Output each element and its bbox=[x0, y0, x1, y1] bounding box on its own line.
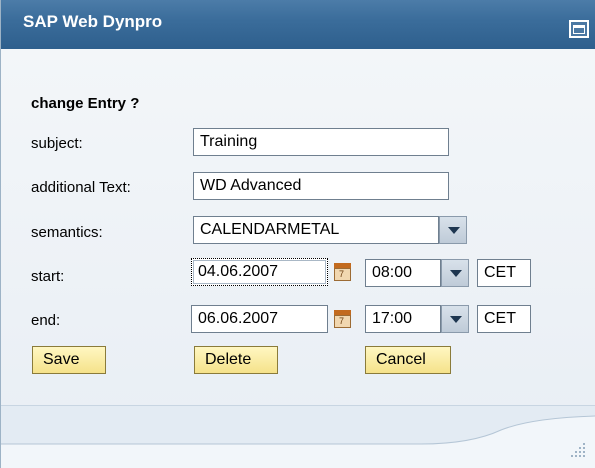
window-title: SAP Web Dynpro bbox=[23, 12, 163, 31]
semantics-dropdown-arrow-icon[interactable] bbox=[439, 216, 467, 244]
end-time-input[interactable]: 17:00 bbox=[365, 305, 441, 333]
subject-input[interactable]: Training bbox=[193, 128, 449, 156]
start-date-input[interactable]: 04.06.2007 bbox=[191, 258, 328, 286]
end-time-dropdown-arrow-icon[interactable] bbox=[441, 305, 469, 333]
end-date-input[interactable]: 06.06.2007 bbox=[191, 305, 328, 333]
save-button[interactable]: Save bbox=[32, 346, 106, 374]
resize-grip-icon[interactable] bbox=[566, 438, 588, 460]
start-timezone-input[interactable]: CET bbox=[477, 259, 531, 287]
cancel-button[interactable]: Cancel bbox=[365, 346, 451, 374]
title-bar[interactable]: SAP Web Dynpro bbox=[1, 0, 595, 50]
additional-text-label: additional Text: bbox=[31, 179, 131, 196]
additional-text-input[interactable]: WD Advanced bbox=[193, 172, 449, 200]
window-maximize-icon[interactable] bbox=[569, 20, 589, 38]
start-calendar-icon[interactable]: 7 bbox=[332, 261, 354, 283]
dialog-footer bbox=[1, 405, 595, 468]
end-calendar-icon[interactable]: 7 bbox=[332, 308, 354, 330]
dialog-window: SAP Web Dynpro change Entry ? subject: T… bbox=[0, 0, 595, 468]
end-timezone-input[interactable]: CET bbox=[477, 305, 531, 333]
start-time-input[interactable]: 08:00 bbox=[365, 259, 441, 287]
form-heading: change Entry ? bbox=[31, 95, 140, 112]
end-label: end: bbox=[31, 312, 61, 329]
semantics-label: semantics: bbox=[31, 224, 103, 241]
semantics-select[interactable]: CALENDARMETAL bbox=[193, 216, 439, 244]
start-label: start: bbox=[31, 268, 65, 285]
subject-label: subject: bbox=[31, 135, 83, 152]
start-time-dropdown-arrow-icon[interactable] bbox=[441, 259, 469, 287]
delete-button[interactable]: Delete bbox=[194, 346, 278, 374]
